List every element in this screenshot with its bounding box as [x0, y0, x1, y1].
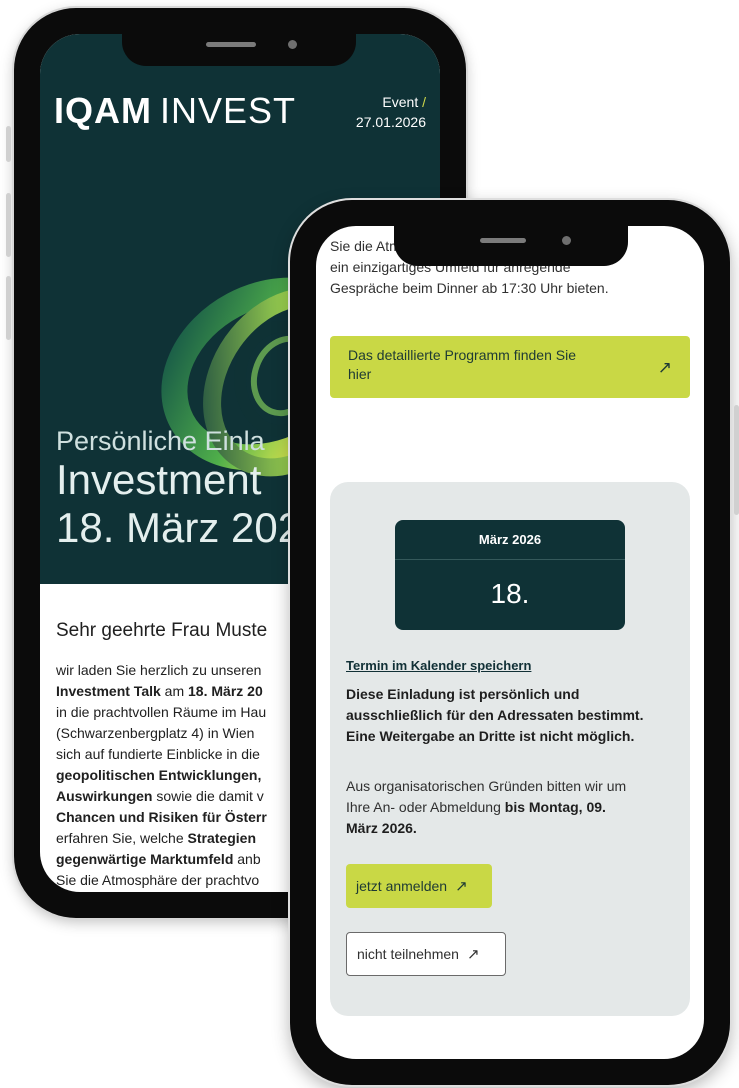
front-phone-screen: Sie die Atm me, die ein einzigartiges Um… [316, 226, 704, 1059]
program-link-button[interactable]: Das detaillierte Programm finden Sie hie… [330, 336, 690, 398]
arrow-up-right-icon: ↗ [455, 878, 468, 895]
event-meta: Event / 27.01.2026 [356, 92, 426, 132]
hero-title: Investment 18. März 202 [56, 456, 301, 552]
intro-line: Gespräche beim Dinner ab 17:30 Uhr biete… [330, 280, 609, 296]
decline-button-label: nicht teilnehmen [357, 946, 459, 962]
letter-bold-text: Chancen und Risiken für Österr [56, 809, 267, 825]
letter-bold-text: Auswirkungen [56, 788, 153, 804]
calendar-month: März 2026 [395, 520, 625, 560]
letter-bold-text: gegenwärtige Marktumfeld [56, 851, 234, 867]
calendar-day: 18. [490, 578, 530, 609]
back-phone-mute-switch [6, 126, 11, 162]
registration-deadline-note: Aus organisatorischen Gründen bitten wir… [346, 776, 686, 839]
org-line-2-text: Ihre An- oder Abmeldung [346, 799, 505, 815]
logo-part-2: INVEST [160, 90, 297, 131]
personal-note-line: ausschließlich für den Adressaten bestim… [346, 707, 644, 723]
letter-bold-text: geopolitischen Entwicklungen, [56, 767, 262, 783]
logo-part-1: IQAM [54, 90, 152, 131]
event-label: Event [382, 94, 419, 110]
hero-subtitle: Persönliche Einla [56, 426, 265, 456]
back-phone-volume-up [6, 193, 11, 257]
letter-text: wir laden Sie herzlich zu unseren [56, 662, 262, 678]
hero-title-line-1: Investment [56, 456, 262, 503]
letter-text: sich auf fundierte Einblicke in die [56, 746, 260, 762]
letter-bold-text: 18. März 20 [188, 683, 263, 699]
front-phone-notch [394, 226, 628, 266]
org-deadline-bold-date: März 2026. [346, 820, 417, 836]
calendar-date-block: März 2026 18. [395, 520, 625, 630]
arrow-up-right-icon: ↗ [657, 358, 672, 377]
speaker-grille [206, 42, 256, 47]
register-button[interactable]: jetzt anmelden ↗ [346, 864, 492, 908]
letter-bold-text: Strategien [187, 830, 256, 846]
letter-text: sowie die damit v [152, 788, 264, 804]
letter-text: in die prachtvollen Räume im Hau [56, 704, 267, 720]
register-button-label: jetzt anmelden [356, 878, 448, 894]
letter-text: Sie die Atmosphäre der prachtvo [56, 872, 260, 888]
decline-button[interactable]: nicht teilnehmen ↗ [346, 932, 506, 976]
personal-note-line: Eine Weitergabe an Dritte ist nicht mögl… [346, 728, 635, 744]
save-to-calendar-link[interactable]: Termin im Kalender speichern [346, 658, 531, 673]
letter-bold-text: Investment Talk [56, 683, 161, 699]
front-phone-power-button [734, 405, 739, 515]
back-phone-volume-down [6, 276, 11, 340]
program-button-label-line-1: Das detaillierte Programm finden Sie [348, 347, 576, 363]
rsvp-card: März 2026 18. Termin im Kalender speiche… [330, 482, 690, 1016]
arrow-up-right-icon: ↗ [466, 946, 480, 963]
event-date: 27.01.2026 [355, 114, 426, 130]
personal-note-line: Diese Einladung ist persönlich und [346, 686, 580, 702]
event-slash: / [422, 94, 426, 110]
brand-logo: IQAM INVEST [54, 90, 296, 132]
front-camera [288, 40, 297, 49]
speaker-grille [480, 238, 526, 243]
org-line-1: Aus organisatorischen Gründen bitten wir… [346, 778, 627, 794]
org-deadline-bold: bis Montag, 09. [504, 799, 606, 815]
letter-text: am [160, 683, 189, 699]
hero-title-line-2: 18. März 202 [56, 504, 302, 551]
front-camera [562, 236, 571, 245]
back-phone-notch [122, 34, 356, 66]
letter-text: (Schwarzenbergplatz 4) in Wien [56, 725, 255, 741]
letter-text: anb [233, 851, 261, 867]
program-button-label-line-2: hier [348, 366, 372, 382]
front-phone-frame: Sie die Atm me, die ein einzigartiges Um… [290, 200, 739, 1085]
personal-invitation-note: Diese Einladung ist persönlich und aussc… [346, 684, 686, 747]
letter-text: erfahren Sie, welche [56, 830, 188, 846]
